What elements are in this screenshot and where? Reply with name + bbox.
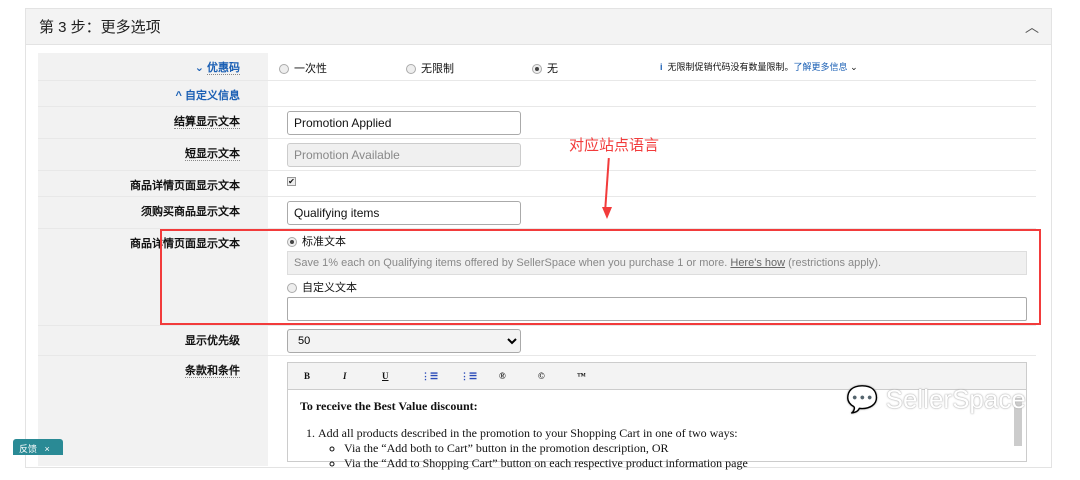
underline-button[interactable]: U	[382, 371, 421, 381]
qualifying-label: 须购买商品显示文本	[141, 206, 240, 218]
annotation-text: 对应站点语言	[569, 137, 660, 154]
radio-none[interactable]: 无	[532, 60, 558, 76]
coupon-toggle[interactable]: ⌄ 优惠码	[38, 53, 268, 80]
row-detail-check: 商品详情页面显示文本 ✔	[38, 171, 1036, 197]
custom-info-toggle[interactable]: ^ 自定义信息	[38, 81, 268, 106]
row-custom: ^ 自定义信息	[38, 81, 1036, 107]
row-priority: 显示优先级 50	[38, 326, 1036, 356]
copyright-button[interactable]: ©	[538, 371, 577, 381]
standard-text-box: Save 1% each on Qualifying items offered…	[287, 251, 1027, 275]
custom-text-input[interactable]	[287, 297, 1027, 321]
options-table: ⌄ 优惠码 一次性 无限制 无 i 无限制促销代码没有数量限制。了解更多信息 ⌄…	[38, 53, 1036, 470]
info-text: i 无限制促销代码没有数量限制。了解更多信息 ⌄	[660, 62, 858, 72]
trademark-button[interactable]: ™	[577, 371, 616, 381]
custom-info-label: 自定义信息	[185, 90, 240, 102]
terms-subitem: Via the “Add both to Cart” button in the…	[344, 441, 1014, 456]
checkout-text-input[interactable]	[287, 110, 521, 135]
priority-select[interactable]: 50	[287, 328, 521, 353]
terms-subitem: Via the “Add to Shopping Cart” button on…	[344, 456, 1014, 471]
coupon-label: 优惠码	[207, 62, 240, 75]
learn-more-link[interactable]: 了解更多信息	[794, 62, 848, 72]
row-detail-text: 商品详情页面显示文本 标准文本 Save 1% each on Qualifyi…	[38, 229, 1036, 326]
panel-header[interactable]: 第 3 步：更多选项	[26, 9, 1051, 45]
detail-check-label: 商品详情页面显示文本	[130, 180, 240, 192]
editor-toolbar: B I U ⋮☰ ⋮☰ ® © ™	[288, 363, 1026, 390]
terms-label: 条款和条件	[185, 365, 240, 378]
heres-how-link[interactable]: Here's how	[730, 257, 785, 269]
arrow-head-icon	[602, 207, 612, 219]
unordered-list-icon[interactable]: ⋮☰	[460, 371, 499, 382]
short-label: 短显示文本	[185, 148, 240, 161]
terms-editor[interactable]: B I U ⋮☰ ⋮☰ ® © ™ To receive the Best Va…	[287, 362, 1027, 470]
editor-content[interactable]: To receive the Best Value discount: Add …	[288, 390, 1026, 480]
short-text-input	[287, 142, 521, 167]
row-terms: 条款和条件 B I U ⋮☰ ⋮☰ ® © ™ To receive the B…	[38, 356, 1036, 470]
panel-title: 第 3 步：更多选项	[39, 19, 161, 36]
ordered-list-icon[interactable]: ⋮☰	[421, 371, 460, 382]
detail-checkbox[interactable]: ✔	[287, 177, 296, 186]
priority-label: 显示优先级	[185, 335, 240, 347]
terms-item: Add all products described in the promot…	[318, 426, 1014, 471]
collapse-chevron-icon[interactable]: ︿	[1025, 17, 1039, 37]
registered-button[interactable]: ®	[499, 371, 538, 381]
radio-standard[interactable]: 标准文本	[287, 233, 1036, 251]
radio-unlimited[interactable]: 无限制	[406, 60, 454, 76]
row-short: 短显示文本	[38, 139, 1036, 171]
italic-button[interactable]: I	[343, 371, 382, 381]
bold-button[interactable]: B	[304, 371, 343, 381]
qualifying-text-input[interactable]	[287, 200, 521, 225]
editor-scrollbar[interactable]	[1014, 398, 1022, 446]
info-icon: i	[660, 62, 663, 72]
detail-text-label: 商品详情页面显示文本	[130, 238, 240, 250]
row-coupon: ⌄ 优惠码 一次性 无限制 无 i 无限制促销代码没有数量限制。了解更多信息 ⌄	[38, 53, 1036, 81]
terms-heading: To receive the Best Value discount:	[300, 399, 478, 413]
radio-once[interactable]: 一次性	[279, 60, 327, 76]
radio-custom[interactable]: 自定义文本	[287, 279, 1036, 297]
checkout-label: 结算显示文本	[174, 116, 240, 129]
step3-panel: 第 3 步：更多选项 ︿ ⌄ 优惠码 一次性 无限制 无 i 无限制促销代码没有…	[25, 8, 1052, 470]
row-qualifying: 须购买商品显示文本	[38, 197, 1036, 229]
row-checkout: 结算显示文本	[38, 107, 1036, 139]
